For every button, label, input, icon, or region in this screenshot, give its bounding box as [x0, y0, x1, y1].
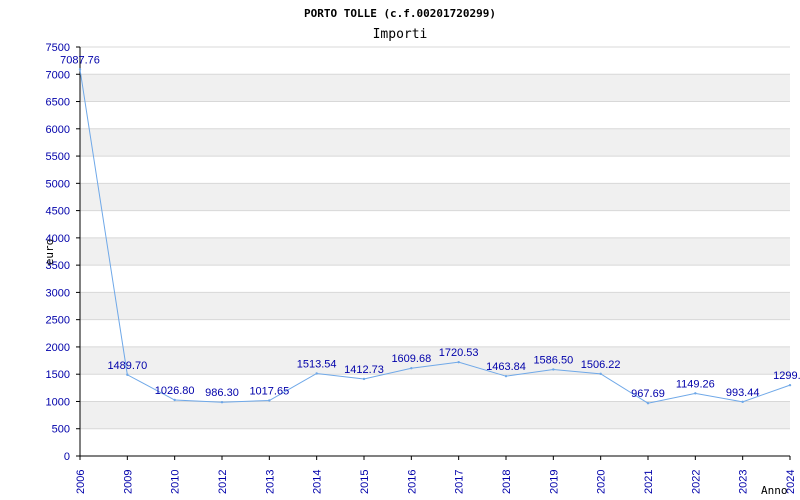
data-label: 993.44: [726, 387, 760, 399]
data-label: 1463.84: [486, 361, 526, 373]
y-tick-label: 4500: [46, 206, 70, 218]
background-bands: [80, 74, 790, 429]
x-tick-label: 2009: [122, 470, 134, 494]
data-point: [173, 398, 176, 402]
data-point: [646, 402, 650, 405]
y-tick-label: 500: [52, 424, 70, 436]
x-tick-label: 2016: [406, 470, 418, 494]
x-axis-label: Anno: [761, 484, 788, 497]
x-tick-label: 2021: [643, 470, 655, 494]
y-tick-label: 2000: [46, 342, 70, 354]
data-point: [268, 399, 271, 402]
data-label: 967.69: [631, 388, 665, 400]
x-tick-label: 2022: [690, 470, 702, 494]
data-point: [315, 372, 318, 375]
data-point: [599, 372, 602, 376]
data-label: 1299.4: [773, 370, 800, 382]
data-point: [220, 401, 224, 404]
x-tick-label: 2017: [454, 470, 466, 494]
data-label: 1586.50: [533, 354, 573, 366]
data-point: [78, 68, 82, 71]
x-tick-labels: 2006 2009 2010 2012 2013 2014 2015 2016 2017 2018…: [75, 456, 797, 494]
y-tick-label: 3000: [46, 287, 70, 299]
y-tick-label: 1500: [46, 369, 70, 381]
x-tick-label: 2018: [501, 470, 513, 494]
data-label: 1506.22: [581, 359, 621, 371]
data-label: 7087.76: [60, 54, 100, 66]
x-tick-label: 2023: [738, 470, 750, 494]
data-point: [126, 373, 129, 376]
data-point: [410, 367, 413, 370]
data-point: [362, 377, 366, 381]
data-label: 1489.70: [107, 360, 147, 372]
data-point: [788, 383, 792, 387]
x-tick-label: 2020: [596, 470, 608, 494]
grid-band: [80, 183, 790, 211]
y-tick-label: 6500: [46, 97, 70, 109]
data-point: [457, 360, 460, 364]
x-tick-label: 2019: [548, 470, 560, 494]
x-tick-label: 2013: [264, 470, 276, 494]
x-tick-label: 2006: [75, 470, 87, 494]
chart-title: PORTO TOLLE (c.f.00201720299): [304, 7, 496, 20]
grid-band: [80, 74, 790, 102]
y-axis-label: euro: [43, 239, 56, 266]
y-tick-label: 0: [64, 451, 70, 463]
grid-band: [80, 237, 790, 266]
line-chart: PORTO TOLLE (c.f.00201720299) Importi 0 5…: [43, 7, 800, 497]
grid-band: [80, 401, 790, 429]
data-label: 1026.80: [155, 385, 195, 397]
x-tick-label: 2010: [170, 470, 182, 494]
data-point: [741, 400, 744, 404]
y-tick-label: 6000: [46, 124, 70, 136]
x-tick-label: 2014: [312, 470, 324, 494]
data-point: [552, 368, 555, 371]
grid-band: [80, 346, 790, 375]
x-tick-label: 2015: [359, 470, 371, 494]
data-point: [694, 392, 697, 395]
data-label: 1609.68: [391, 353, 431, 365]
grid-band: [80, 292, 790, 320]
chart-subtitle: Importi: [373, 27, 428, 42]
data-label: 1412.73: [344, 364, 384, 376]
chart-container: PORTO TOLLE (c.f.00201720299) Importi 0 5…: [0, 0, 800, 500]
data-label: 1017.65: [249, 386, 289, 398]
y-tick-label: 2500: [46, 315, 70, 327]
data-point: [504, 374, 508, 378]
y-tick-label: 5500: [46, 151, 70, 163]
data-label: 1513.54: [297, 358, 337, 370]
data-label: 1149.26: [676, 378, 715, 390]
data-label: 986.30: [205, 387, 239, 399]
y-tick-label: 7000: [46, 69, 70, 81]
data-label: 1720.53: [439, 347, 479, 359]
y-tick-label: 5000: [46, 178, 70, 190]
x-tick-label: 2012: [217, 470, 229, 494]
y-tick-label: 7500: [46, 42, 70, 54]
grid-band: [80, 128, 790, 157]
y-tick-label: 1000: [46, 396, 70, 408]
